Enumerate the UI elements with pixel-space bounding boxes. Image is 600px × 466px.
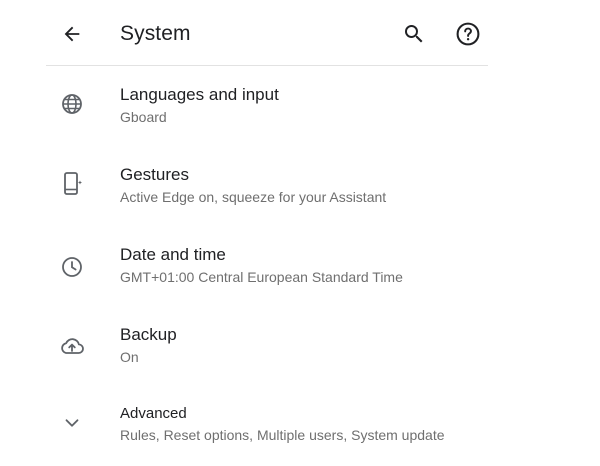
clock-icon — [58, 253, 86, 281]
help-circle-icon — [455, 21, 481, 47]
search-icon — [402, 22, 426, 46]
app-bar: System — [0, 0, 600, 66]
setting-gestures[interactable]: Gestures Active Edge on, squeeze for you… — [46, 146, 488, 226]
setting-title: Advanced — [120, 405, 187, 422]
setting-title: Date and time — [120, 245, 226, 264]
page-title: System — [120, 22, 191, 45]
setting-summary: On — [120, 349, 139, 365]
chevron-down-icon — [58, 409, 86, 437]
setting-title: Gestures — [120, 165, 189, 184]
setting-summary: Rules, Reset options, Multiple users, Sy… — [120, 427, 445, 443]
setting-summary: Gboard — [120, 109, 167, 125]
arrow-back-icon — [61, 23, 83, 45]
setting-date-time[interactable]: Date and time GMT+01:00 Central European… — [46, 226, 488, 306]
system-settings-screen: System Languages and input Gboard Gestur… — [0, 0, 600, 465]
setting-title: Languages and input — [120, 85, 279, 104]
help-button[interactable] — [453, 19, 483, 49]
phone-gesture-icon — [58, 170, 86, 198]
setting-title: Backup — [120, 325, 177, 344]
setting-backup[interactable]: Backup On — [46, 306, 488, 386]
setting-summary: GMT+01:00 Central European Standard Time — [120, 269, 403, 285]
back-button[interactable] — [58, 20, 86, 48]
globe-icon — [58, 90, 86, 118]
setting-advanced[interactable]: Advanced Rules, Reset options, Multiple … — [46, 386, 488, 466]
setting-languages-input[interactable]: Languages and input Gboard — [46, 66, 488, 146]
setting-summary: Active Edge on, squeeze for your Assista… — [120, 189, 387, 205]
search-button[interactable] — [400, 20, 428, 48]
cloud-upload-icon — [58, 332, 86, 360]
